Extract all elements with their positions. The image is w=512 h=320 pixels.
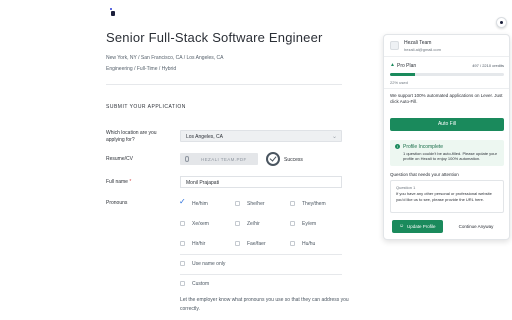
update-profile-label: Update Profile	[407, 224, 436, 229]
question-number: Question 1	[396, 185, 416, 190]
divider	[106, 84, 342, 85]
success-check-icon	[266, 152, 280, 166]
divider	[180, 254, 342, 255]
pronoun-option-label: Xe/xem	[192, 221, 209, 227]
location-label: Which location are you applying for?	[106, 130, 157, 143]
credits-progress-bar	[390, 73, 504, 76]
alert-description: 1 question couldn't be auto-filled. Plea…	[403, 151, 497, 161]
credits-count: 497 / 2210 credits	[472, 63, 504, 68]
question-card: Question 1 If you have any other persona…	[390, 180, 504, 213]
update-profile-button[interactable]: ☺ Update Profile	[392, 220, 443, 233]
pronoun-option-label: Hu/hu	[302, 241, 316, 247]
checkbox[interactable]	[180, 241, 185, 246]
credits-used: 22% used	[390, 80, 408, 85]
resume-filename: HEZALI TEAM.PDF	[201, 156, 247, 162]
panel-header: Hezali Team hezali.ai@gmail.com	[384, 35, 509, 57]
resume-status: Success	[284, 157, 303, 163]
checkbox[interactable]	[235, 221, 240, 226]
pronoun-option-label: She/her	[247, 201, 265, 207]
credits-progress-fill	[390, 73, 416, 76]
company-logo	[110, 8, 116, 16]
checkbox[interactable]	[290, 241, 295, 246]
required-marker: *	[129, 179, 132, 185]
autofill-extension-panel: Hezali Team hezali.ai@gmail.com ▲ Pro Pl…	[383, 34, 510, 240]
plan-row: ▲ Pro Plan 497 / 2210 credits	[390, 63, 504, 71]
question-text: If you have any other personal or profes…	[396, 191, 492, 202]
extension-toggle-icon[interactable]	[496, 17, 507, 28]
pronoun-option[interactable]: They/them	[290, 200, 344, 208]
pronoun-option-label: Ey/em	[302, 221, 317, 227]
pronoun-option[interactable]: Hu/hu	[290, 240, 344, 248]
job-meta: Engineering / Full-Time / Hybrid	[106, 66, 177, 72]
fullname-label: Full name *	[106, 179, 132, 185]
pronoun-option-name-only[interactable]: Use name only	[180, 260, 260, 268]
pronouns-label: Pronouns	[106, 200, 128, 206]
alert-icon: !	[395, 144, 400, 149]
support-info: We support 100% automated applications o…	[390, 93, 503, 104]
pronoun-option[interactable]: Ze/hir	[235, 220, 289, 228]
resume-label: Resume/CV	[106, 156, 133, 162]
location-value: Los Angeles, CA	[186, 134, 223, 140]
checkbox[interactable]	[180, 261, 185, 266]
chevron-down-icon: ⌄	[331, 134, 337, 140]
location-select[interactable]: Los Angeles, CA ⌄	[180, 130, 342, 142]
checkbox[interactable]	[235, 201, 240, 206]
checkbox[interactable]	[235, 241, 240, 246]
job-title: Senior Full-Stack Software Engineer	[106, 30, 323, 45]
continue-anyway-button[interactable]: Continue Anyway	[450, 220, 502, 233]
pronoun-option-label: Ze/hir	[247, 221, 260, 227]
paperclip-icon	[185, 156, 189, 162]
pronoun-option-label: He/him	[192, 201, 208, 207]
pronoun-option-label: Fae/faer	[247, 241, 266, 247]
divider	[384, 88, 509, 89]
checkbox[interactable]	[290, 201, 295, 206]
question-heading: Question that needs your attention	[390, 172, 459, 177]
pronoun-option-label: Custom	[192, 281, 210, 287]
fullname-value: Monil Prajapati	[186, 180, 220, 186]
checkbox[interactable]	[290, 221, 295, 226]
pronoun-option-label: They/them	[302, 201, 326, 207]
avatar	[390, 41, 399, 50]
resume-file-chip[interactable]: HEZALI TEAM.PDF	[180, 153, 258, 165]
pronoun-option[interactable]: Fae/faer	[235, 240, 289, 248]
pronoun-option[interactable]: Hir/hir	[180, 240, 234, 248]
section-title: SUBMIT YOUR APPLICATION	[106, 104, 186, 110]
user-name: Hezali Team	[404, 40, 432, 46]
checkbox[interactable]	[180, 281, 185, 286]
job-locations: New York, NY / San Francisco, CA / Los A…	[106, 55, 224, 61]
pronoun-option[interactable]: ✓ He/him	[179, 198, 234, 208]
fullname-input[interactable]: Monil Prajapati	[180, 176, 342, 188]
pronoun-option[interactable]: Ey/em	[290, 220, 344, 228]
person-icon: ☺	[399, 223, 405, 229]
plan-name: Pro Plan	[397, 63, 417, 69]
user-email: hezali.ai@gmail.com	[404, 47, 441, 52]
profile-incomplete-alert: ! Profile Incomplete 1 question couldn't…	[390, 140, 504, 166]
pronouns-help-text: Let the employer know what pronouns you …	[180, 297, 349, 312]
pronoun-option[interactable]: She/her	[235, 200, 289, 208]
checkbox[interactable]	[180, 221, 185, 226]
pronoun-option[interactable]: Xe/xem	[180, 220, 234, 228]
pronoun-option-custom[interactable]: Custom	[180, 280, 234, 288]
plan-icon: ▲	[390, 62, 395, 68]
checkmark-icon[interactable]: ✓	[179, 198, 186, 206]
auto-fill-button[interactable]: Auto Fill	[390, 118, 504, 131]
divider	[180, 274, 342, 275]
pronoun-option-label: Use name only	[192, 261, 226, 267]
pronoun-option-label: Hir/hir	[192, 241, 206, 247]
alert-title: Profile Incomplete	[403, 144, 444, 150]
